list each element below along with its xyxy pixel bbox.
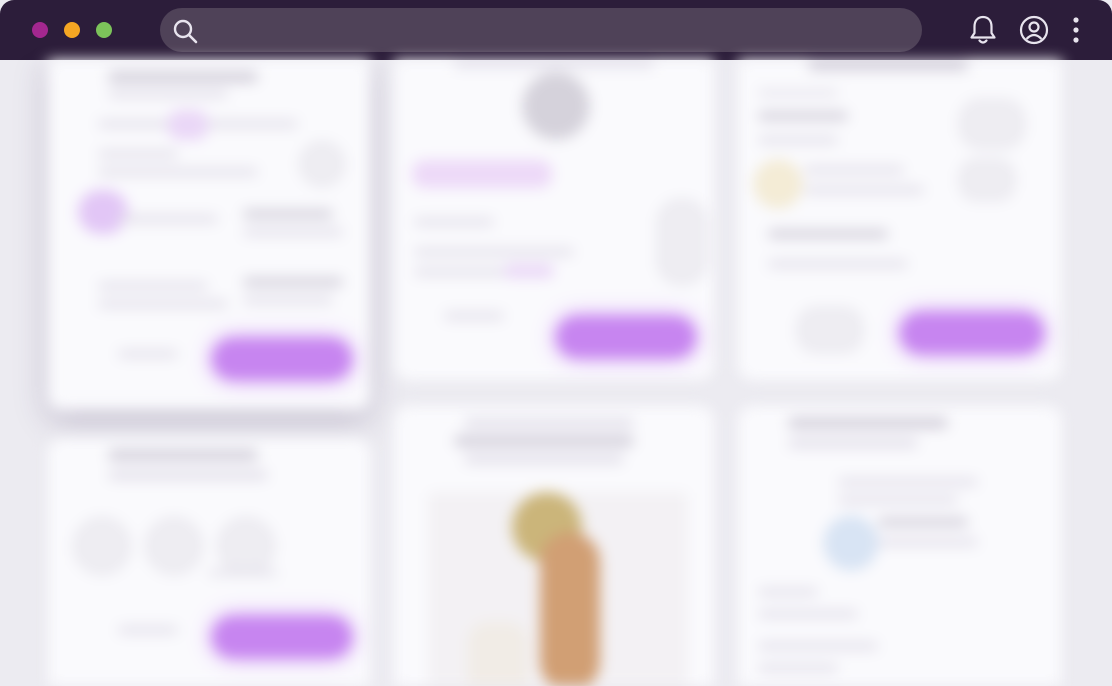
card-bottom-left[interactable] xyxy=(48,438,370,686)
card-action-button[interactable] xyxy=(212,338,352,380)
card-top-right[interactable] xyxy=(738,60,1062,380)
card-action-button[interactable] xyxy=(556,316,696,358)
product-photo xyxy=(428,492,688,686)
more-vertical-icon[interactable] xyxy=(1066,16,1086,48)
minimize-window-button[interactable] xyxy=(64,22,80,38)
bell-icon[interactable] xyxy=(968,14,998,50)
app-window xyxy=(0,0,1112,686)
title-bar xyxy=(0,0,1112,60)
search-input[interactable] xyxy=(206,14,910,48)
blurred-content-area xyxy=(0,60,1112,686)
close-window-button[interactable] xyxy=(32,22,48,38)
card-bottom-middle[interactable] xyxy=(394,406,714,686)
search-bar[interactable] xyxy=(160,8,922,52)
card-top-middle[interactable] xyxy=(394,60,714,380)
zoom-window-button[interactable] xyxy=(96,22,112,38)
user-circle-icon[interactable] xyxy=(1018,14,1050,50)
card-bottom-right[interactable] xyxy=(738,406,1062,686)
search-icon[interactable] xyxy=(172,18,198,48)
card-action-button[interactable] xyxy=(212,616,352,658)
card-top-left[interactable] xyxy=(48,60,370,410)
card-action-button[interactable] xyxy=(900,312,1044,354)
